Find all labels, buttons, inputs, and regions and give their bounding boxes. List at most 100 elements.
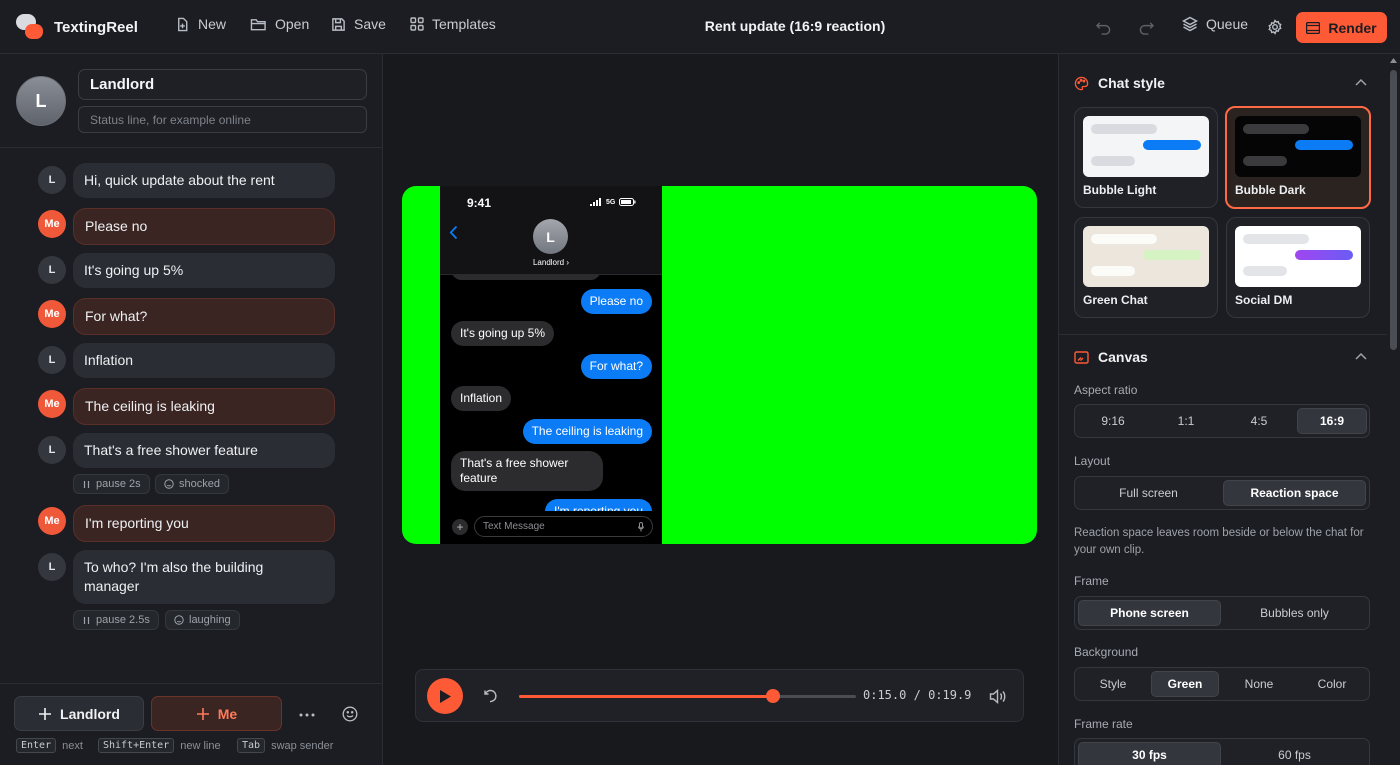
more-button[interactable] xyxy=(297,705,317,725)
new-file-icon xyxy=(178,17,188,31)
message-bubble[interactable]: Please no xyxy=(73,208,335,245)
settings-button[interactable] xyxy=(1265,17,1285,37)
frame-rate-option-30[interactable]: 30 fps xyxy=(1078,742,1221,765)
style-preview xyxy=(1235,116,1361,177)
add-landlord-message-button[interactable]: Landlord xyxy=(14,696,144,731)
canvas-header[interactable]: Canvas xyxy=(1074,349,1148,365)
contact-avatar[interactable]: L xyxy=(16,76,66,126)
timeline-handle[interactable] xyxy=(766,689,781,703)
frame-rate-option-60[interactable]: 60 fps xyxy=(1223,742,1366,765)
scrollbar-thumb[interactable] xyxy=(1390,70,1397,350)
status-line-input[interactable] xyxy=(78,106,367,133)
aspect-option-9-16[interactable]: 9:16 xyxy=(1078,408,1148,434)
message-avatar[interactable]: L xyxy=(38,346,66,374)
total-time: 0:19.9 xyxy=(928,688,972,702)
new-label: New xyxy=(198,16,227,32)
palette-icon xyxy=(1074,76,1089,90)
aspect-option-1-1[interactable]: 1:1 xyxy=(1151,408,1221,434)
restart-button[interactable] xyxy=(480,686,500,706)
layout-option-reaction-space[interactable]: Reaction space xyxy=(1223,480,1366,506)
queue-button[interactable]: Queue xyxy=(1182,16,1248,32)
phone-status-icons: 5G xyxy=(590,198,636,206)
style-option-social-dm[interactable]: Social DM xyxy=(1226,217,1370,318)
add-me-message-button[interactable]: Me xyxy=(151,696,282,731)
pause-label: pause 2s xyxy=(96,478,141,490)
message-avatar[interactable]: Me xyxy=(38,507,66,535)
frame-label: Frame xyxy=(1074,574,1109,588)
frame-selector: Phone screen Bubbles only xyxy=(1074,596,1370,630)
aspect-option-16-9[interactable]: 16:9 xyxy=(1297,408,1367,434)
style-option-green-chat[interactable]: Green Chat xyxy=(1074,217,1218,318)
aspect-option-4-5[interactable]: 4:5 xyxy=(1224,408,1294,434)
message-avatar[interactable]: L xyxy=(38,436,66,464)
message-bubble[interactable]: To who? I'm also the building manager xyxy=(73,550,335,604)
message-bubble[interactable]: For what? xyxy=(73,298,335,335)
style-preview xyxy=(1083,226,1209,287)
pause-tag[interactable]: pause 2s xyxy=(73,474,150,494)
style-option-bubble-dark[interactable]: Bubble Dark xyxy=(1225,106,1371,209)
emoji-button[interactable] xyxy=(340,704,360,724)
chevron-up-icon[interactable] xyxy=(1355,352,1367,360)
play-button[interactable] xyxy=(427,678,463,714)
render-button[interactable]: Render xyxy=(1296,12,1387,43)
message-avatar[interactable]: Me xyxy=(38,210,66,238)
grid-icon xyxy=(410,17,424,31)
message-bubble[interactable]: That's a free shower feature xyxy=(73,433,335,468)
message-avatar[interactable]: Me xyxy=(38,390,66,418)
add-me-label: Me xyxy=(217,705,238,722)
background-option-none[interactable]: None xyxy=(1224,671,1294,697)
undo-icon xyxy=(1095,21,1110,35)
phone-mockup: 9:41 5G L Landlord › Please no It's goin… xyxy=(440,186,662,544)
background-option-style[interactable]: Style xyxy=(1078,671,1148,697)
background-option-green[interactable]: Green xyxy=(1151,671,1219,697)
pause-tag[interactable]: pause 2.5s xyxy=(73,610,159,630)
app-logo[interactable]: TextingReel xyxy=(16,14,138,40)
message-bubble[interactable]: The ceiling is leaking xyxy=(73,388,335,425)
microphone-icon xyxy=(638,522,644,532)
chat-style-header[interactable]: Chat style xyxy=(1074,75,1165,91)
shortcut-tab-label: swap sender xyxy=(271,739,334,752)
layout-option-full-screen[interactable]: Full screen xyxy=(1078,480,1219,506)
templates-button[interactable]: Templates xyxy=(410,16,496,32)
reaction-tag[interactable]: shocked xyxy=(155,474,229,494)
message-avatar[interactable]: Me xyxy=(38,300,66,328)
phone-contact-avatar: L xyxy=(533,219,568,254)
chevron-left-icon xyxy=(449,225,458,240)
phone-contact-name: Landlord › xyxy=(532,258,570,267)
background-option-color[interactable]: Color xyxy=(1297,671,1367,697)
new-button[interactable]: New xyxy=(175,16,226,32)
frame-option-phone-screen[interactable]: Phone screen xyxy=(1078,600,1221,626)
phone-text-field: Text Message xyxy=(474,516,653,537)
message-avatar[interactable]: L xyxy=(38,553,66,581)
section-divider xyxy=(1059,334,1389,335)
smile-icon xyxy=(164,479,174,489)
frame-option-bubbles-only[interactable]: Bubbles only xyxy=(1223,600,1366,626)
message-bubble[interactable]: Inflation xyxy=(73,343,335,378)
open-button[interactable]: Open xyxy=(250,16,309,32)
redo-icon xyxy=(1139,21,1154,35)
contact-name-input[interactable] xyxy=(78,69,367,100)
canvas-title: Canvas xyxy=(1098,349,1148,365)
style-label: Social DM xyxy=(1235,293,1293,307)
chevron-up-icon[interactable] xyxy=(1355,78,1367,86)
undo-button[interactable] xyxy=(1093,17,1113,37)
redo-button[interactable] xyxy=(1136,17,1156,37)
save-button[interactable]: Save xyxy=(331,16,386,32)
signal-icon xyxy=(590,198,601,206)
layers-icon xyxy=(1182,16,1198,32)
templates-label: Templates xyxy=(432,16,496,32)
message-avatar[interactable]: L xyxy=(38,166,66,194)
message-bubble[interactable]: Hi, quick update about the rent xyxy=(73,163,335,198)
timeline-track[interactable] xyxy=(519,689,856,703)
volume-button[interactable] xyxy=(987,686,1007,706)
reaction-tag[interactable]: laughing xyxy=(165,610,240,630)
message-bubble[interactable]: It's going up 5% xyxy=(73,253,335,288)
folder-icon xyxy=(250,18,266,30)
settings-scrollbar[interactable] xyxy=(1387,54,1400,765)
scroll-up-arrow-icon[interactable] xyxy=(1390,58,1397,63)
style-option-bubble-light[interactable]: Bubble Light xyxy=(1074,107,1218,208)
volume-icon xyxy=(989,688,1005,704)
message-bubble[interactable]: I'm reporting you xyxy=(73,505,335,542)
timeline-progress xyxy=(519,695,774,698)
message-avatar[interactable]: L xyxy=(38,256,66,284)
